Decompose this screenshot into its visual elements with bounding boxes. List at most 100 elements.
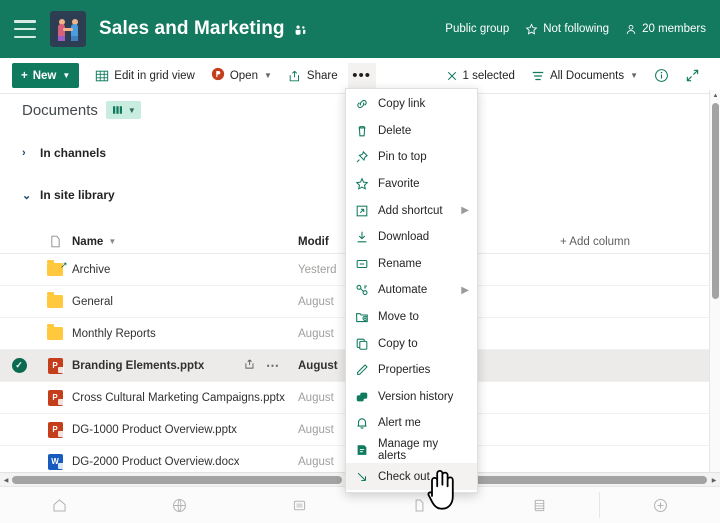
scroll-left-icon[interactable]: ◀	[0, 473, 12, 487]
group-in-site-library[interactable]: ⌄ In site library	[22, 188, 115, 202]
vertical-scrollbar[interactable]: ▲ ▼	[709, 90, 720, 483]
row-name-cell[interactable]: DG-2000 Product Overview.docx	[72, 456, 290, 468]
row-more-icon[interactable]: ⋯	[266, 358, 280, 374]
row-name-cell[interactable]: General	[72, 296, 290, 308]
close-icon	[446, 70, 458, 82]
row-checkbox[interactable]: ✓	[0, 358, 38, 373]
group-in-channels[interactable]: › In channels	[22, 146, 106, 160]
library-title[interactable]: Documents	[22, 102, 98, 119]
library-switcher[interactable]: ▼	[106, 101, 141, 119]
info-icon	[654, 68, 669, 83]
column-header-name[interactable]: Name ▼	[72, 236, 290, 248]
share-icon[interactable]	[244, 358, 256, 373]
powerpoint-file-icon: P	[38, 422, 72, 438]
scroll-right-icon[interactable]: ▶	[708, 473, 720, 487]
menu-item-add-shortcut[interactable]: Add shortcut ▶	[346, 197, 477, 224]
chevron-down-icon: ▼	[128, 106, 136, 115]
nav-file-button[interactable]	[359, 497, 479, 514]
nav-home-button[interactable]	[0, 497, 120, 514]
menu-item-label: Pin to top	[378, 151, 427, 163]
menu-item-label: Automate	[378, 284, 427, 296]
menu-item-label: Copy link	[378, 98, 425, 110]
menu-item-version-history[interactable]: Version history	[346, 384, 477, 411]
row-name-cell[interactable]: Branding Elements.pptx⋯	[72, 358, 290, 374]
menu-item-label: Alert me	[378, 417, 421, 429]
menu-item-delete[interactable]: Delete	[346, 118, 477, 145]
nav-add-button[interactable]	[600, 497, 720, 514]
menu-item-label: Version history	[378, 391, 453, 403]
trash-icon	[354, 124, 369, 138]
horizontal-scroll-thumb-2[interactable]	[462, 476, 707, 484]
add-icon	[652, 497, 669, 514]
folder-icon	[38, 295, 72, 308]
open-button[interactable]: Open ▼	[203, 63, 280, 89]
scroll-up-icon[interactable]: ▲	[710, 90, 720, 102]
group-label: In channels	[40, 146, 106, 160]
star-icon	[354, 177, 369, 191]
row-name-cell[interactable]: Monthly Reports	[72, 328, 290, 340]
follow-button[interactable]: Not following	[525, 23, 609, 36]
nav-globe-button[interactable]	[120, 497, 240, 514]
powerpoint-file-icon: P	[38, 358, 72, 374]
info-button[interactable]	[646, 63, 677, 89]
expand-button[interactable]	[677, 63, 708, 89]
menu-item-copy-link[interactable]: Copy link	[346, 91, 477, 118]
open-label: Open	[230, 70, 258, 82]
menu-item-properties[interactable]: Properties	[346, 357, 477, 384]
plus-icon: +	[21, 70, 28, 82]
new-button[interactable]: + New ▼	[12, 63, 79, 88]
menu-item-label: Download	[378, 231, 429, 243]
group-label: In site library	[40, 188, 115, 202]
menu-item-manage-my-alerts[interactable]: Manage my alerts	[346, 437, 477, 464]
row-name-cell[interactable]: DG-1000 Product Overview.pptx	[72, 424, 290, 436]
chevron-right-icon: ▶	[461, 205, 469, 216]
header-actions: Public group Not following 20 members	[445, 23, 706, 36]
add-column-button[interactable]: + Add column	[560, 236, 710, 248]
menu-item-favorite[interactable]: Favorite	[346, 171, 477, 198]
view-selector[interactable]: All Documents ▼	[523, 63, 646, 89]
menu-item-move-to[interactable]: Move to	[346, 304, 477, 331]
menu-item-alert-me[interactable]: Alert me	[346, 410, 477, 437]
menu-item-label: Add shortcut	[378, 205, 443, 217]
horizontal-scroll-thumb[interactable]	[12, 476, 342, 484]
menu-item-rename[interactable]: Rename	[346, 251, 477, 278]
automate-icon	[354, 283, 369, 297]
hamburger-icon[interactable]	[14, 20, 36, 38]
copy-icon	[354, 337, 369, 351]
edit-in-grid-view-button[interactable]: Edit in grid view	[87, 63, 203, 89]
new-label: New	[33, 70, 57, 82]
menu-item-label: Move to	[378, 311, 419, 323]
menu-item-check-out[interactable]: Check out	[346, 463, 477, 490]
row-name-cell[interactable]: ↗Archive	[72, 264, 290, 276]
menu-item-pin-to-top[interactable]: Pin to top	[346, 144, 477, 171]
nav-list-button[interactable]	[479, 497, 599, 514]
row-actions: ⋯	[244, 358, 290, 374]
chevron-down-icon: ▼	[62, 71, 70, 80]
person-icon	[625, 23, 637, 36]
menu-item-download[interactable]: Download	[346, 224, 477, 251]
clear-selection-button[interactable]: 1 selected	[438, 63, 523, 89]
more-options-button[interactable]: •••	[348, 63, 376, 89]
alerts-icon	[354, 443, 369, 457]
share-label: Share	[307, 70, 338, 82]
row-name-cell[interactable]: Cross Cultural Marketing Campaigns.pptx	[72, 392, 290, 404]
file-icon	[411, 497, 428, 514]
download-icon	[354, 230, 369, 244]
menu-item-automate[interactable]: Automate ▶	[346, 277, 477, 304]
menu-item-copy-to[interactable]: Copy to	[346, 330, 477, 357]
globe-icon	[171, 497, 188, 514]
nav-app-button[interactable]	[240, 497, 360, 514]
view-label: All Documents	[550, 70, 624, 82]
chevron-right-icon: ▶	[461, 285, 469, 296]
home-icon	[51, 497, 68, 514]
members-label: 20 members	[642, 23, 706, 35]
grid-icon	[95, 69, 109, 83]
follow-label: Not following	[543, 23, 609, 35]
vertical-scroll-thumb[interactable]	[712, 103, 719, 299]
share-button[interactable]: Share	[280, 63, 346, 89]
list-icon	[531, 497, 548, 514]
bell-icon	[354, 416, 369, 430]
edit-grid-label: Edit in grid view	[114, 70, 195, 82]
members-button[interactable]: 20 members	[625, 23, 706, 36]
privacy-text: Public group	[445, 23, 509, 35]
